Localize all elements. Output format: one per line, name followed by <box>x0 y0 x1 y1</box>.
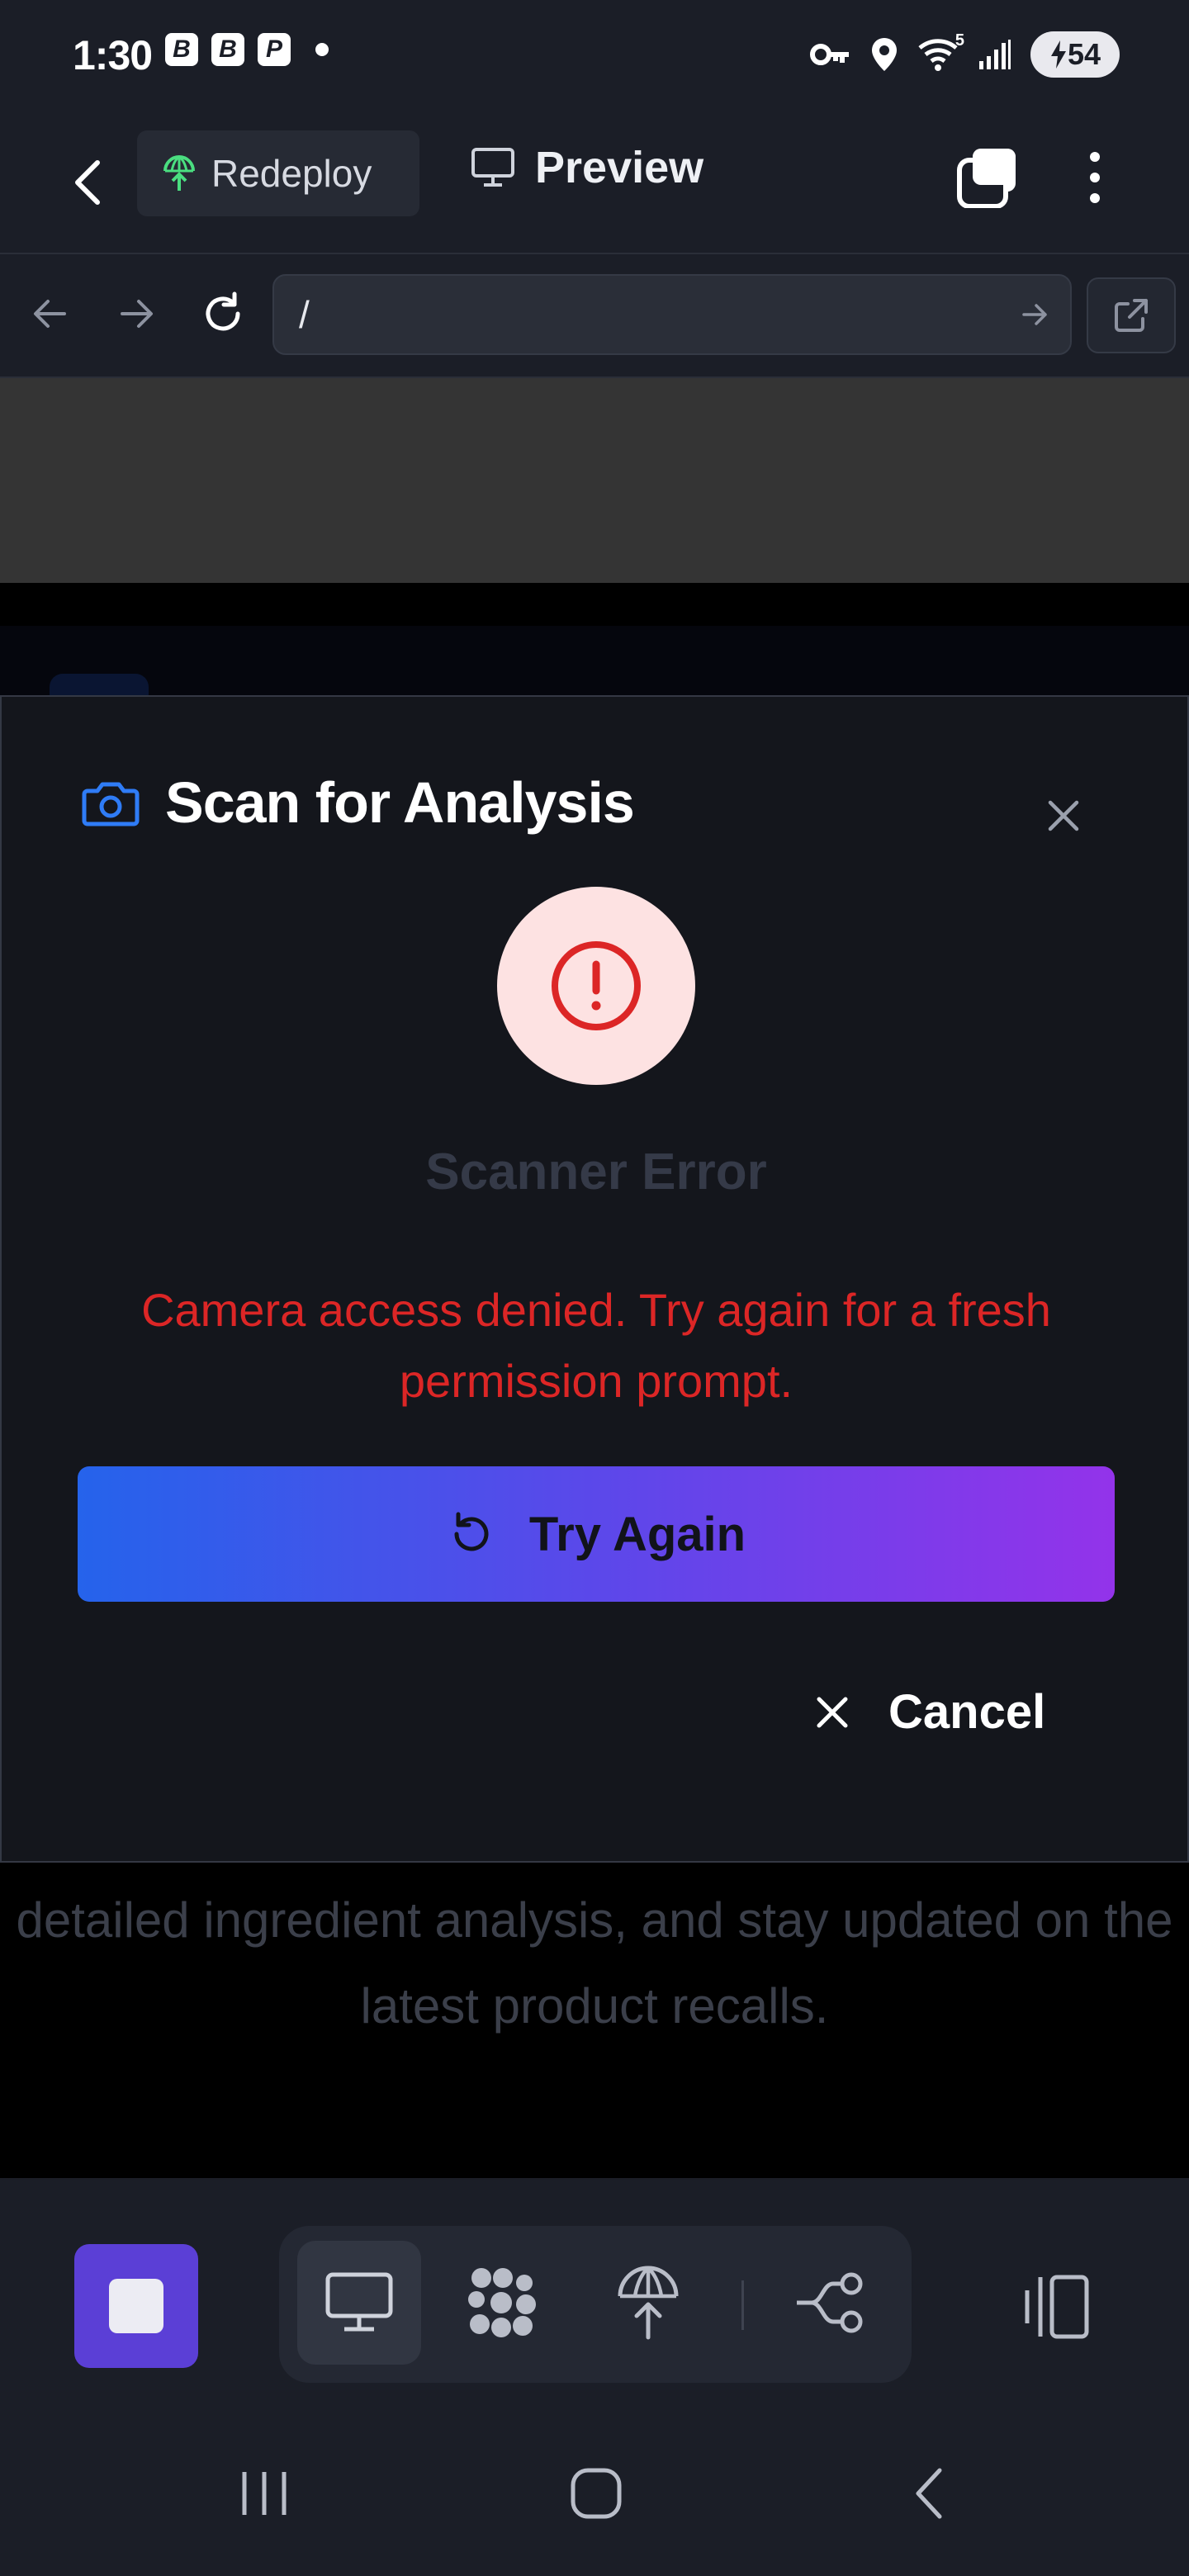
wifi-band-label: 5 <box>955 31 964 50</box>
try-again-label: Try Again <box>528 1507 746 1561</box>
signal-icon <box>979 40 1011 69</box>
notification-app-icon: P <box>258 33 291 66</box>
error-title: Scanner Error <box>425 1144 767 1200</box>
camera-icon <box>82 782 140 826</box>
stop-icon <box>109 2279 163 2333</box>
apps-grid-icon <box>468 2268 536 2337</box>
app-screen: 1:30 B B P 5 54 Redeploy Preview / detai… <box>0 0 1189 2576</box>
scan-modal: Scan for Analysis Scanner Error Camera a… <box>0 695 1189 1863</box>
chevron-left-icon <box>916 2468 942 2519</box>
recents-icon <box>242 2472 287 2515</box>
home-icon <box>571 2468 622 2519</box>
alert-circle-icon <box>552 941 641 1030</box>
external-link-icon <box>1115 299 1148 332</box>
split-view-icon <box>1025 2275 1089 2339</box>
error-icon-badge <box>497 887 695 1085</box>
arrow-left-icon <box>34 300 66 328</box>
tabs-icon <box>957 149 1016 209</box>
wifi-icon: 5 <box>917 31 964 73</box>
dot <box>1090 152 1100 162</box>
error-message: Camera access denied. Try again for a fr… <box>141 1284 1051 1407</box>
tabs-button[interactable] <box>956 145 1019 209</box>
system-navigation-bar <box>0 2411 1189 2576</box>
cancel-button[interactable]: Cancel <box>814 1684 1045 1740</box>
status-time: 1:30 <box>73 32 153 78</box>
url-bar[interactable]: / <box>272 274 1072 355</box>
arrow-right-icon <box>121 300 153 328</box>
tool-apps[interactable] <box>439 2241 563 2365</box>
status-bar: 1:30 B B P 5 54 <box>0 0 1189 112</box>
location-icon <box>872 38 897 71</box>
stop-button[interactable] <box>74 2244 198 2368</box>
recent-apps-button[interactable] <box>225 2454 304 2533</box>
notification-app-icon: B <box>211 33 244 66</box>
git-branch-icon <box>797 2272 863 2333</box>
close-button[interactable] <box>1042 794 1085 837</box>
notification-app-icon: B <box>165 33 198 66</box>
dot <box>1090 173 1100 182</box>
preview-tab[interactable]: Preview <box>471 142 703 193</box>
try-again-button[interactable]: Try Again <box>78 1466 1115 1602</box>
modal-title: Scan for Analysis <box>165 770 635 835</box>
arrow-right-icon <box>1022 304 1047 325</box>
tool-switcher <box>279 2226 912 2383</box>
tool-deploy[interactable] <box>586 2241 710 2365</box>
preview-header-area <box>0 378 1189 583</box>
go-button[interactable] <box>1021 294 1050 339</box>
notification-icons: B B P <box>165 33 329 66</box>
deploy-icon <box>163 155 195 191</box>
browser-back-button[interactable] <box>23 287 76 340</box>
reload-button[interactable] <box>197 287 249 340</box>
more-options-button[interactable] <box>1078 140 1111 215</box>
layout-toggle-button[interactable] <box>1012 2266 1095 2348</box>
tool-preview[interactable] <box>297 2241 421 2365</box>
url-text: / <box>299 293 310 336</box>
redeploy-button[interactable]: Redeploy <box>137 130 419 216</box>
browser-forward-button[interactable] <box>111 287 163 340</box>
deploy-icon <box>618 2266 679 2340</box>
close-icon <box>817 1697 848 1727</box>
browser-toolbar: / <box>0 254 1189 378</box>
cancel-label: Cancel <box>888 1685 1046 1739</box>
close-icon <box>1048 800 1079 831</box>
monitor-icon <box>471 148 514 187</box>
rotate-ccw-icon <box>454 1512 489 1551</box>
modal-header: Scan for Analysis <box>81 769 635 836</box>
home-button[interactable] <box>557 2454 636 2533</box>
app-header: Redeploy Preview <box>0 112 1189 254</box>
status-icons: 5 54 <box>809 31 1120 78</box>
chevron-left-icon <box>75 160 100 205</box>
tool-git[interactable] <box>768 2241 892 2365</box>
preview-body-text: detailed ingredient analysis, and stay u… <box>16 1892 1173 2034</box>
redeploy-label: Redeploy <box>211 152 372 195</box>
toolbar-divider <box>741 2280 744 2330</box>
more-notifications-dot <box>315 43 329 56</box>
preview-label: Preview <box>535 143 704 192</box>
battery-indicator: 54 <box>1030 31 1120 78</box>
reload-icon <box>206 291 240 331</box>
system-back-button[interactable] <box>890 2454 969 2533</box>
battery-level: 54 <box>1067 37 1101 71</box>
charging-bolt-icon <box>1050 40 1066 69</box>
key-icon <box>810 44 849 65</box>
bottom-toolbar <box>0 2178 1189 2417</box>
dot <box>1090 193 1100 203</box>
back-button[interactable] <box>64 145 111 220</box>
monitor-icon <box>325 2272 393 2332</box>
open-external-button[interactable] <box>1087 277 1176 353</box>
